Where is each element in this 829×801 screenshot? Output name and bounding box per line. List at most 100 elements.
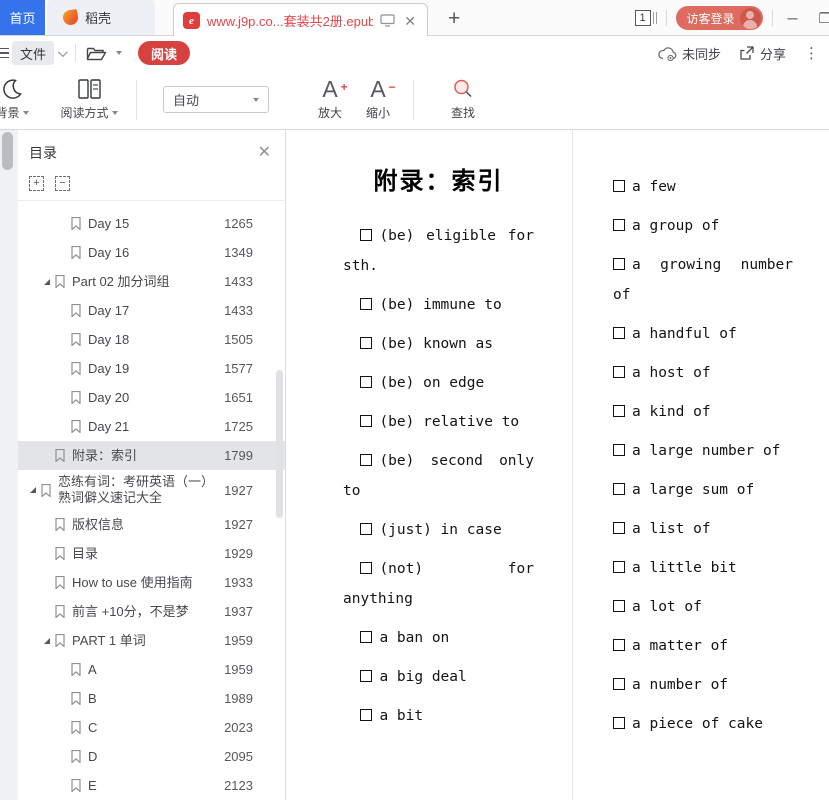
zoom-select-chevron-icon <box>253 98 259 102</box>
zoom-out-button[interactable]: A− 缩小 <box>355 72 401 128</box>
sidebar-scrollbar[interactable] <box>276 370 283 518</box>
tab-home[interactable]: 首页 <box>0 0 45 35</box>
collapse-all-button[interactable]: − <box>55 176 70 191</box>
toc-item[interactable]: 目录 1929 <box>18 539 285 568</box>
toc-item[interactable]: 前言 +10分，不是梦 1937 <box>18 597 285 626</box>
more-options-button[interactable]: ⋮ <box>804 44 819 62</box>
view-mode-label: 阅读方式 <box>60 104 108 121</box>
menu-icon[interactable] <box>0 48 9 59</box>
titlebar-right: 1 访客登录 ─ ❐ <box>635 0 829 36</box>
moon-icon <box>1 78 23 100</box>
checkbox-icon <box>613 717 625 729</box>
toc-item-label: C <box>88 716 211 740</box>
toc-item-page: 2095 <box>211 749 253 764</box>
expand-all-button[interactable]: + <box>29 176 44 191</box>
column-divider <box>572 130 573 800</box>
toc-item-page: 1505 <box>211 332 253 347</box>
index-entry: a bit <box>343 701 534 731</box>
toc-item-label: A <box>88 658 211 682</box>
toc-item[interactable]: 附录：索引 1799 <box>18 441 285 470</box>
index-entry: a lot of <box>613 592 793 622</box>
toc-item-label: 恋练有词：考研英语（一）熟词僻义速记大全 <box>58 470 211 510</box>
toc-item[interactable]: 恋练有词：考研英语（一）熟词僻义速记大全 1927 <box>18 470 285 510</box>
toc-item-label: D <box>88 745 211 769</box>
sync-status-label: 未同步 <box>682 44 721 63</box>
index-entry: a host of <box>613 358 793 388</box>
toc-item[interactable]: C 2023 <box>18 713 285 742</box>
tab-close-icon[interactable]: ✕ <box>402 12 418 30</box>
share-icon <box>739 45 755 61</box>
file-menu-button[interactable]: 文件 <box>12 41 54 65</box>
read-mode-badge[interactable]: 阅读 <box>138 41 190 65</box>
bookmark-icon <box>71 217 81 230</box>
index-entry-text: a large sum of <box>632 482 754 498</box>
minimize-button[interactable]: ─ <box>782 10 804 26</box>
toc-item[interactable]: Day 17 1433 <box>18 296 285 325</box>
toc-item[interactable]: Day 18 1505 <box>18 325 285 354</box>
expanded-triangle-icon[interactable] <box>44 279 50 285</box>
background-button[interactable]: 背景 <box>0 72 36 128</box>
toc-item[interactable]: A 1959 <box>18 655 285 684</box>
open-file-button[interactable] <box>86 45 122 62</box>
index-entry: a handful of <box>613 319 793 349</box>
toc-item[interactable]: How to use 使用指南 1933 <box>18 568 285 597</box>
cloud-sync-icon <box>658 46 677 61</box>
zoom-mode-value: 自动 <box>173 90 199 109</box>
main-area: 目录 ✕ + − Day 15 1265 Day 16 1349 Part 02… <box>0 130 829 800</box>
index-entry-text: a little bit <box>632 560 737 576</box>
panel-collapse-handle[interactable] <box>2 132 13 170</box>
toc-item-label: Day 19 <box>88 357 211 381</box>
find-button[interactable]: 查找 <box>440 72 486 128</box>
window-list-button[interactable]: 1 <box>635 10 657 26</box>
share-button[interactable]: 分享 <box>739 44 786 63</box>
toc-item[interactable]: Day 15 1265 <box>18 209 285 238</box>
zoom-mode-select[interactable]: 自动 <box>163 86 269 113</box>
toc-item-label: E <box>88 774 211 798</box>
index-entry-text: a large number of <box>632 443 780 459</box>
toc-item[interactable]: D 2095 <box>18 742 285 771</box>
bookmark-icon <box>71 246 81 259</box>
expanded-triangle-icon[interactable] <box>44 638 50 644</box>
view-mode-button[interactable]: 阅读方式 <box>54 72 124 128</box>
index-entry-text: a host of <box>632 365 711 381</box>
close-icon[interactable]: ✕ <box>258 145 271 161</box>
tab-document-label: www.j9p.co...套装共2册.epub <box>207 11 373 30</box>
toc-item[interactable]: 版权信息 1927 <box>18 510 285 539</box>
toc-item[interactable]: Day 21 1725 <box>18 412 285 441</box>
toc-item[interactable]: PART 1 单词 1959 <box>18 626 285 655</box>
toc-item[interactable]: Part 02 加分词组 1433 <box>18 267 285 296</box>
sync-status-button[interactable]: 未同步 <box>658 44 721 63</box>
guest-login-button[interactable]: 访客登录 <box>676 6 763 30</box>
checkbox-icon <box>613 639 625 651</box>
toc-item[interactable]: B 1989 <box>18 684 285 713</box>
toc-item[interactable]: Day 16 1349 <box>18 238 285 267</box>
folder-chevron-icon[interactable] <box>116 51 122 55</box>
maximize-button[interactable]: ❐ <box>812 10 829 27</box>
index-entry-text: (be) known as <box>379 336 493 352</box>
toc-item-page: 1933 <box>211 575 253 590</box>
page-column-2: a few a group of a growing number of a h… <box>613 130 793 748</box>
toc-item-label: 版权信息 <box>72 513 211 537</box>
new-tab-button[interactable]: + <box>444 6 464 31</box>
toc-item[interactable]: Day 19 1577 <box>18 354 285 383</box>
tab-store[interactable]: 稻壳 <box>47 0 155 35</box>
window-count-badge: 1 <box>635 10 651 26</box>
toc-item-page: 1265 <box>211 216 253 231</box>
toc-item[interactable]: E 2123 <box>18 771 285 800</box>
docer-leaf-icon <box>62 9 79 26</box>
toc-item-label: Day 15 <box>88 212 211 236</box>
bookmark-icon <box>71 692 81 705</box>
zoom-in-button[interactable]: A+ 放大 <box>307 72 353 128</box>
expanded-triangle-icon[interactable] <box>30 487 36 493</box>
file-chevron-icon[interactable] <box>58 47 68 57</box>
monitor-icon[interactable] <box>380 14 395 27</box>
index-entry: (just) in case <box>343 515 534 545</box>
toc-item-label: Day 18 <box>88 328 211 352</box>
index-entry: (be) relative to <box>343 407 534 437</box>
tab-document[interactable]: e www.j9p.co...套装共2册.epub ✕ <box>173 3 428 37</box>
window-stack-icon <box>653 12 657 24</box>
view-mode-chevron-icon <box>112 111 118 115</box>
toc-item[interactable]: Day 20 1651 <box>18 383 285 412</box>
tab-store-label: 稻壳 <box>85 8 111 27</box>
toc-item-label: Day 21 <box>88 415 211 439</box>
